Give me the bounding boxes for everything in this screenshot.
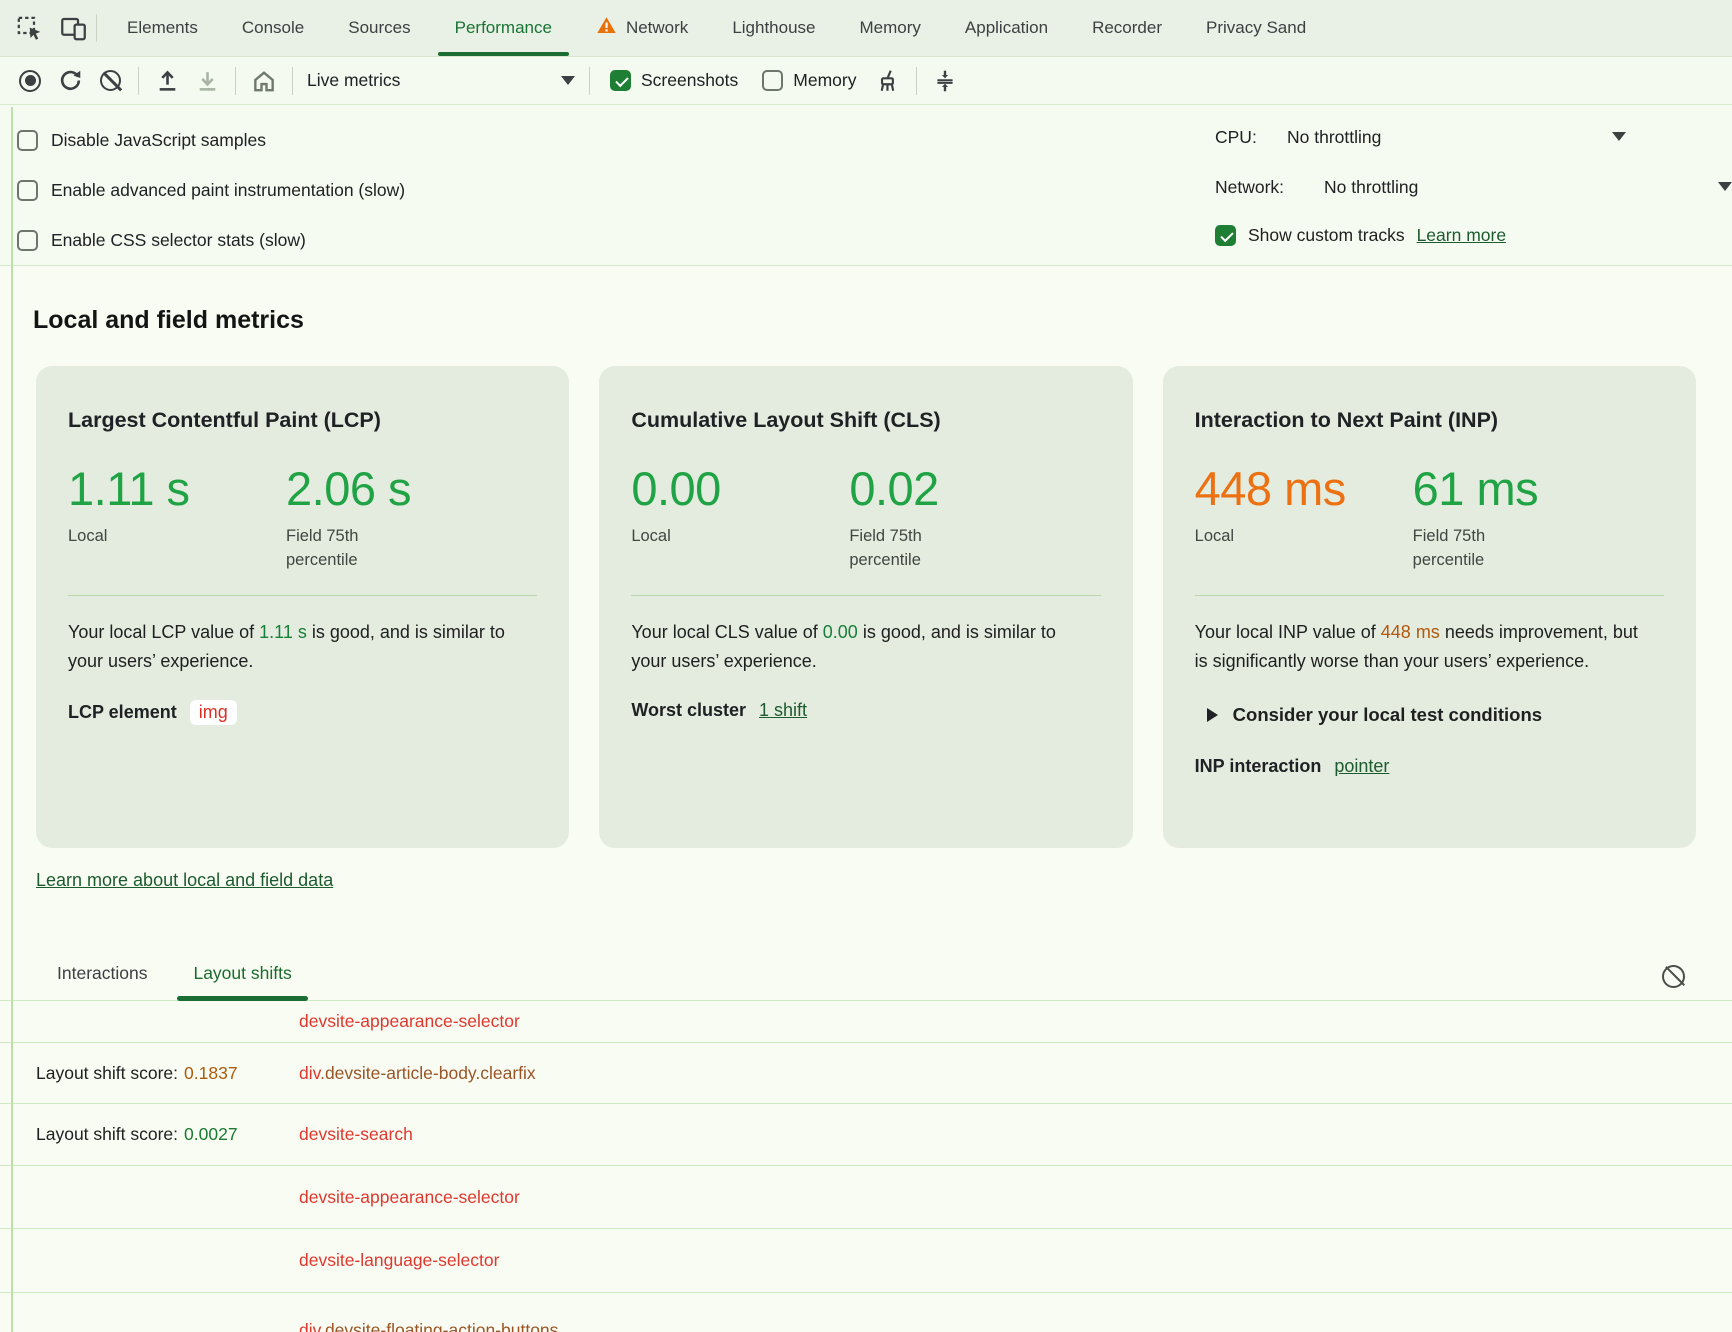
tab-recorder[interactable]: Recorder — [1070, 0, 1184, 56]
element-node-link[interactable]: devsite-appearance-selector — [299, 1187, 520, 1207]
tab-sources[interactable]: Sources — [326, 0, 432, 56]
custom-tracks-learn-more-link[interactable]: Learn more — [1417, 225, 1507, 246]
cls-card: Cumulative Layout Shift (CLS) 0.00 Local… — [599, 366, 1132, 848]
layout-shift-row: devsite-language-selector — [0, 1229, 1732, 1293]
layout-shifts-log: devsite-appearance-selector Layout shift… — [0, 1001, 1732, 1332]
screenshots-checkbox[interactable] — [610, 70, 631, 91]
css-selector-stats-checkbox[interactable] — [17, 230, 38, 251]
divider — [292, 67, 293, 95]
record-icon[interactable] — [14, 65, 46, 97]
cls-description: Your local CLS value of 0.00 is good, an… — [631, 618, 1083, 676]
advanced-paint-option: Enable advanced paint instrumentation (s… — [17, 180, 405, 201]
disable-js-samples-option: Disable JavaScript samples — [17, 130, 266, 151]
divider — [235, 67, 236, 95]
tab-console[interactable]: Console — [220, 0, 326, 56]
reload-icon[interactable] — [54, 65, 86, 97]
cpu-throttling-select[interactable]: No throttling — [1287, 127, 1381, 148]
tab-elements[interactable]: Elements — [105, 0, 220, 56]
divider — [138, 67, 139, 95]
panel-tabs: Elements Console Sources Performance Net… — [105, 0, 1328, 56]
tab-network[interactable]: Network — [574, 0, 710, 56]
history-dropdown[interactable]: Live metrics — [307, 70, 575, 91]
cls-field-value: 0.02 — [849, 461, 1100, 516]
disable-js-samples-checkbox[interactable] — [17, 130, 38, 151]
inp-local-value: 448 ms — [1195, 461, 1413, 516]
shift-score: 0.1837 — [184, 1063, 238, 1083]
lcp-local-value: 1.11 s — [68, 461, 286, 516]
divider — [589, 67, 590, 95]
clear-icon[interactable] — [94, 65, 126, 97]
home-icon[interactable] — [248, 65, 280, 97]
download-profile-icon[interactable] — [191, 65, 223, 97]
performance-toolbar: Live metrics Screenshots Memory — [0, 57, 1732, 105]
advanced-paint-checkbox[interactable] — [17, 180, 38, 201]
upload-profile-icon[interactable] — [151, 65, 183, 97]
memory-checkbox[interactable] — [762, 70, 783, 91]
page-title: Local and field metrics — [33, 306, 1732, 336]
tab-application[interactable]: Application — [943, 0, 1070, 56]
lcp-card: Largest Contentful Paint (LCP) 1.11 s Lo… — [36, 366, 569, 848]
local-field-learn-more-link[interactable]: Learn more about local and field data — [36, 870, 333, 894]
layout-shift-row: devsite-appearance-selector — [0, 1166, 1732, 1229]
element-node-link[interactable]: devsite-language-selector — [299, 1250, 499, 1270]
live-metrics-view: Local and field metrics Largest Contentf… — [0, 306, 1732, 1332]
clear-log-icon[interactable] — [1662, 965, 1685, 988]
worst-cluster-link[interactable]: 1 shift — [759, 700, 807, 721]
inp-card: Interaction to Next Paint (INP) 448 ms L… — [1163, 366, 1696, 848]
metric-cards: Largest Contentful Paint (LCP) 1.11 s Lo… — [36, 366, 1696, 848]
network-chevron-down-icon[interactable] — [1718, 182, 1732, 191]
cls-local-value: 0.00 — [631, 461, 849, 516]
network-throttling-select[interactable]: No throttling — [1324, 177, 1418, 198]
tab-lighthouse[interactable]: Lighthouse — [710, 0, 837, 56]
tab-layout-shifts[interactable]: Layout shifts — [193, 963, 291, 1000]
warning-icon — [596, 15, 617, 41]
element-node-link[interactable]: div.devsite-floating-action-buttons — [299, 1320, 558, 1332]
expand-triangle-icon — [1207, 708, 1218, 722]
lcp-field-value: 2.06 s — [286, 461, 537, 516]
lcp-description: Your local LCP value of 1.11 s is good, … — [68, 618, 520, 676]
tab-performance[interactable]: Performance — [433, 0, 574, 56]
cpu-label: CPU: — [1215, 127, 1257, 148]
element-node-link[interactable]: div.devsite-article-body.clearfix — [299, 1063, 536, 1083]
memory-toggle: Memory — [762, 70, 856, 91]
network-label: Network: — [1215, 177, 1284, 198]
shift-score: 0.0027 — [184, 1124, 238, 1144]
local-test-conditions-expander[interactable]: Consider your local test conditions — [1195, 704, 1664, 726]
chevron-down-icon — [561, 76, 575, 85]
divider — [916, 67, 917, 95]
inp-field-value: 61 ms — [1413, 461, 1664, 516]
collect-garbage-icon[interactable] — [872, 65, 904, 97]
tab-memory[interactable]: Memory — [838, 0, 943, 56]
inspect-element-icon[interactable] — [14, 13, 44, 43]
inp-interaction-link[interactable]: pointer — [1334, 756, 1389, 777]
divider — [631, 595, 1100, 596]
panel-left-border — [11, 107, 13, 1332]
element-node-link[interactable]: devsite-appearance-selector — [299, 1011, 520, 1031]
inp-description: Your local INP value of 448 ms needs imp… — [1195, 618, 1647, 676]
show-custom-tracks-option: Show custom tracks Learn more — [1215, 225, 1506, 246]
log-tabs: Interactions Layout shifts — [0, 949, 1732, 1001]
layout-shift-row: Layout shift score:0.0027 devsite-search — [0, 1104, 1732, 1166]
element-node-link[interactable]: devsite-search — [299, 1124, 413, 1144]
collapse-icon[interactable] — [929, 65, 961, 97]
device-toolbar-icon[interactable] — [58, 13, 88, 43]
divider — [96, 14, 97, 42]
layout-shift-row: Layout shift score:0.1837 div.devsite-ar… — [0, 1043, 1732, 1104]
show-custom-tracks-checkbox[interactable] — [1215, 225, 1236, 246]
css-selector-stats-option: Enable CSS selector stats (slow) — [17, 230, 306, 251]
layout-shift-row: div.devsite-floating-action-buttons — [0, 1293, 1732, 1332]
screenshots-toggle: Screenshots — [610, 70, 738, 91]
devtools-performance-panel: Elements Console Sources Performance Net… — [0, 0, 1732, 1332]
lcp-element-node-link[interactable]: img — [190, 700, 237, 725]
tab-privacy-sandbox[interactable]: Privacy Sand — [1184, 0, 1328, 56]
divider — [68, 595, 537, 596]
devtools-tabbar: Elements Console Sources Performance Net… — [0, 0, 1732, 57]
layout-shift-row: devsite-appearance-selector — [0, 1001, 1732, 1043]
divider — [1195, 595, 1664, 596]
cpu-chevron-down-icon[interactable] — [1612, 132, 1626, 141]
capture-settings-pane: Disable JavaScript samples Enable advanc… — [0, 105, 1732, 266]
tab-interactions[interactable]: Interactions — [57, 963, 147, 1000]
